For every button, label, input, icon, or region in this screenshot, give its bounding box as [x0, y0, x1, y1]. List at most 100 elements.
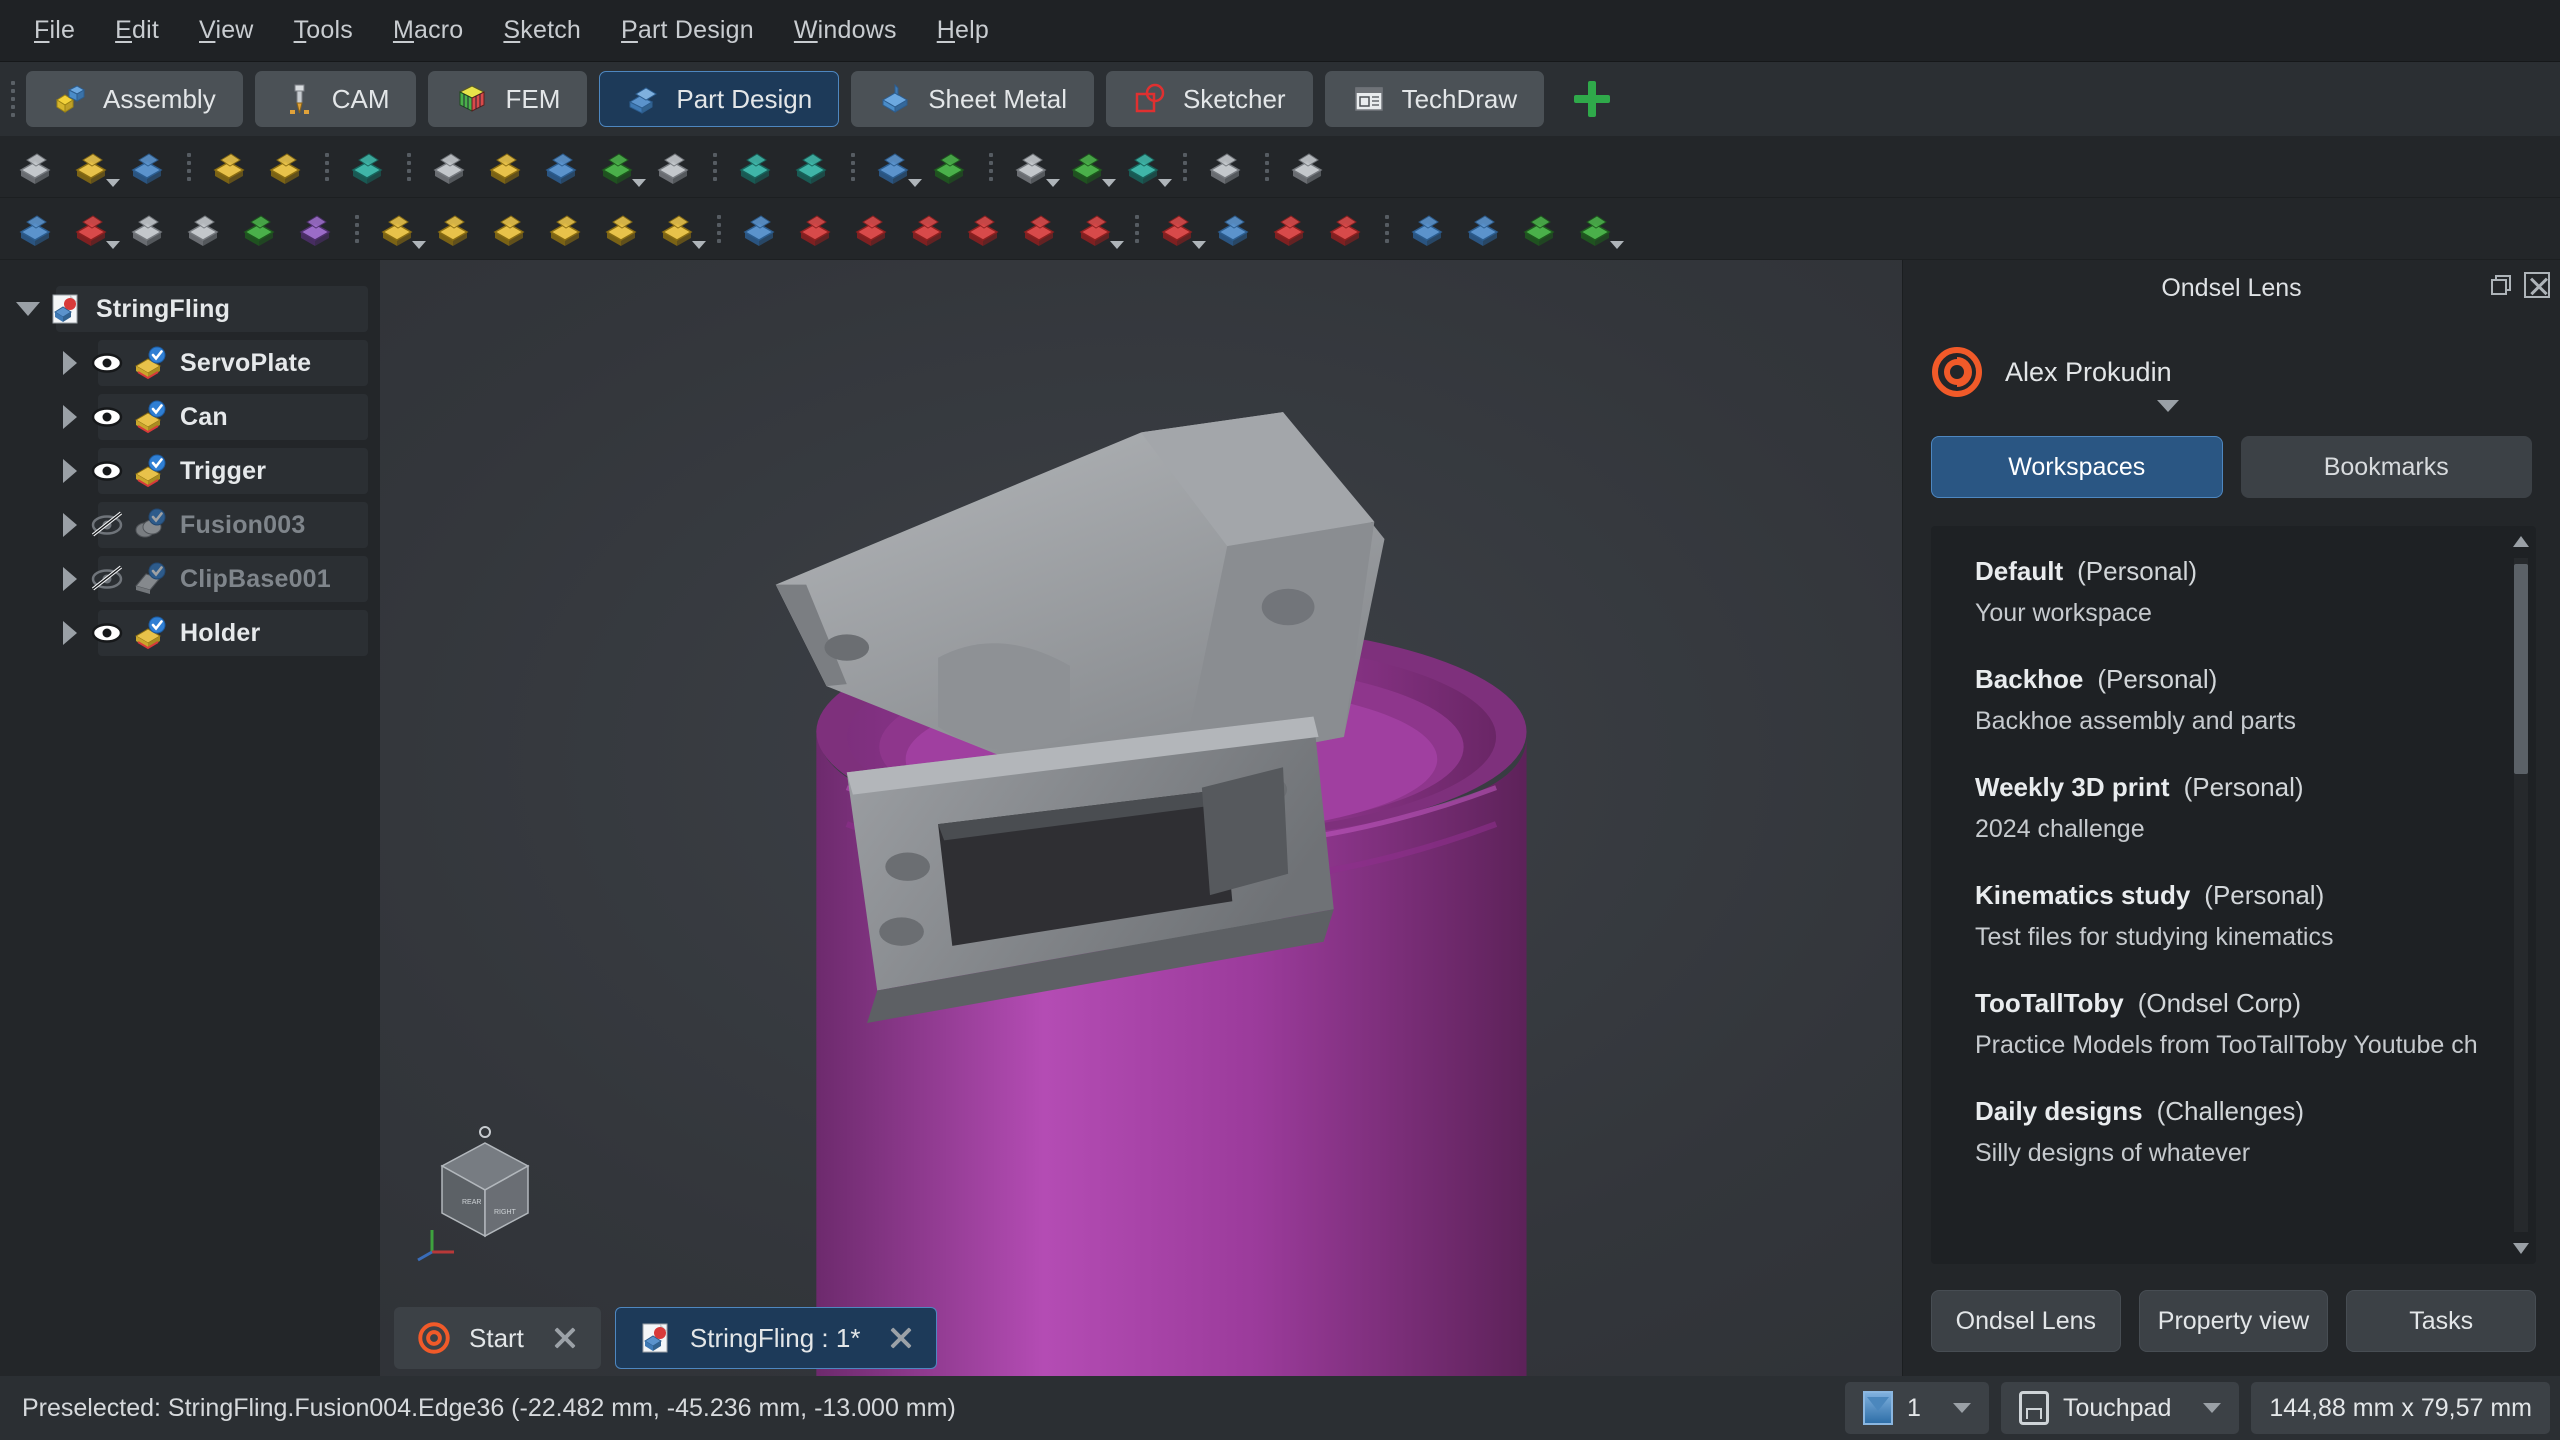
tree-item-can[interactable]: Can [0, 390, 380, 444]
menu-item-help[interactable]: Help [917, 10, 1009, 51]
subtractive-pipe-icon[interactable] [963, 208, 1005, 250]
tree-item-clipbase001[interactable]: ClipBase001 [0, 552, 380, 606]
menu-item-edit[interactable]: Edit [95, 10, 179, 51]
expand-arrow-right-icon[interactable] [54, 563, 86, 595]
tree-item-fusion003[interactable]: Fusion003 [0, 498, 380, 552]
visibility-visible-eye-icon[interactable] [90, 454, 124, 488]
thickness-icon[interactable] [1325, 208, 1367, 250]
chamfer-icon[interactable] [1213, 208, 1255, 250]
user-menu-chevron-down-icon[interactable] [2157, 400, 2179, 412]
zoom-fit-icon[interactable] [735, 146, 777, 188]
copy-icon[interactable] [485, 146, 527, 188]
close-tab-icon[interactable] [888, 1325, 914, 1351]
chevron-down-icon[interactable] [1192, 240, 1206, 249]
zoom-box-icon[interactable] [791, 146, 833, 188]
visibility-visible-eye-icon[interactable] [90, 346, 124, 380]
additive-primitive-icon[interactable] [657, 208, 706, 250]
workspace-list-scrollbar[interactable] [2512, 532, 2530, 1258]
3d-viewport[interactable]: REAR RIGHT Start StringFling : 1* [380, 260, 1902, 1376]
subtractive-helix-icon[interactable] [1019, 208, 1061, 250]
close-tab-icon[interactable] [552, 1325, 578, 1351]
navigation-style-selector[interactable]: Touchpad [2000, 1382, 2240, 1434]
map-sketch-icon[interactable] [239, 208, 281, 250]
subtractive-loft-icon[interactable] [907, 208, 949, 250]
navigation-cube[interactable]: REAR RIGHT [410, 1118, 560, 1268]
scrollbar-thumb[interactable] [2514, 564, 2528, 774]
menu-item-macro[interactable]: Macro [373, 10, 483, 51]
close-panel-icon[interactable] [2524, 272, 2550, 298]
expand-arrow-right-icon[interactable] [54, 347, 86, 379]
redo-icon[interactable] [265, 146, 307, 188]
menu-item-tools[interactable]: Tools [274, 10, 373, 51]
expand-arrow-right-icon[interactable] [54, 455, 86, 487]
visibility-hidden-eye-icon[interactable] [90, 508, 124, 542]
refresh-icon[interactable] [347, 146, 389, 188]
tree-item-holder[interactable]: Holder [0, 606, 380, 660]
lens-tab-bookmarks[interactable]: Bookmarks [2240, 436, 2532, 498]
navigation-chevron-down-icon[interactable] [2203, 1403, 2222, 1413]
float-panel-icon[interactable] [2488, 272, 2514, 298]
additive-pipe-icon[interactable] [545, 208, 587, 250]
toolbar-grip[interactable] [6, 76, 20, 122]
workbench-tab-cam[interactable]: CAM [254, 71, 417, 127]
visibility-visible-eye-icon[interactable] [90, 616, 124, 650]
workbench-tab-techdraw[interactable]: TechDraw [1324, 71, 1545, 127]
menu-item-view[interactable]: View [179, 10, 274, 51]
user-account-row[interactable]: Alex Prokudin [1903, 316, 2560, 412]
chevron-down-icon[interactable] [106, 178, 120, 187]
groove-icon[interactable] [851, 208, 893, 250]
selection-view-icon[interactable] [1067, 146, 1116, 188]
workbench-tab-part-design[interactable]: Part Design [599, 71, 840, 127]
workbench-tab-fem[interactable]: FEM [428, 71, 588, 127]
add-workbench-button[interactable] [1570, 77, 1614, 121]
workspace-item[interactable]: Default (Personal) Your workspace [1931, 542, 2536, 650]
tree-item-stringfling[interactable]: StringFling [0, 282, 380, 336]
additive-helix-icon[interactable] [601, 208, 643, 250]
chevron-down-icon[interactable] [692, 240, 706, 249]
pad-icon[interactable] [377, 208, 426, 250]
measure-zoom-icon[interactable] [1123, 146, 1172, 188]
attachment-icon[interactable] [183, 208, 225, 250]
workspace-item[interactable]: TooTallToby (Ondsel Corp) Practice Models … [1931, 974, 2536, 1082]
mirrored-icon[interactable] [1407, 208, 1449, 250]
draft-icon[interactable] [1269, 208, 1311, 250]
panel-button-ondsel-lens[interactable]: Ondsel Lens [1931, 1290, 2121, 1352]
workspace-item[interactable]: Weekly 3D print (Personal) 2024 challenge [1931, 758, 2536, 866]
edit-sketch-icon[interactable] [127, 208, 169, 250]
create-body-icon[interactable] [15, 208, 57, 250]
expand-arrow-down-icon[interactable] [12, 293, 44, 325]
draw-style-icon[interactable] [1011, 146, 1060, 188]
link-icon[interactable] [597, 146, 646, 188]
expand-arrow-right-icon[interactable] [54, 509, 86, 541]
sheet-chevron-down-icon[interactable] [1952, 1403, 1971, 1413]
create-sketch-icon[interactable] [71, 208, 120, 250]
scroll-down-arrow-icon[interactable] [2513, 1243, 2529, 1254]
workbench-tab-sheet-metal[interactable]: Sheet Metal [851, 71, 1094, 127]
document-tab-start[interactable]: Start [394, 1307, 601, 1369]
chevron-down-icon[interactable] [1610, 240, 1624, 249]
workspace-item[interactable]: Backhoe (Personal) Backhoe assembly and pa… [1931, 650, 2536, 758]
whats-this-icon[interactable] [1287, 146, 1329, 188]
chevron-down-icon[interactable] [1046, 178, 1060, 187]
additive-loft-icon[interactable] [489, 208, 531, 250]
open-document-icon[interactable] [71, 146, 120, 188]
menu-item-windows[interactable]: Windows [774, 10, 917, 51]
linear-pattern-icon[interactable] [1463, 208, 1505, 250]
subtractive-primitive-icon[interactable] [1075, 208, 1124, 250]
expand-arrow-right-icon[interactable] [54, 401, 86, 433]
paste-icon[interactable] [541, 146, 583, 188]
fillet-icon[interactable] [1157, 208, 1206, 250]
chevron-down-icon[interactable] [106, 240, 120, 249]
undo-icon[interactable] [209, 146, 251, 188]
chevron-down-icon[interactable] [1102, 178, 1116, 187]
polar-pattern-icon[interactable] [1519, 208, 1561, 250]
validate-sketch-icon[interactable] [295, 208, 337, 250]
tree-item-trigger[interactable]: Trigger [0, 444, 380, 498]
lens-tab-workspaces[interactable]: Workspaces [1931, 436, 2223, 498]
chevron-down-icon[interactable] [1158, 178, 1172, 187]
axonometric-view-icon[interactable] [873, 146, 922, 188]
workbench-tab-sketcher[interactable]: Sketcher [1105, 71, 1313, 127]
workspace-item[interactable]: Kinematics study (Personal) Test files for… [1931, 866, 2536, 974]
workspace-list[interactable]: Default (Personal) Your workspace Backhoe (P… [1931, 526, 2536, 1264]
visibility-visible-eye-icon[interactable] [90, 400, 124, 434]
